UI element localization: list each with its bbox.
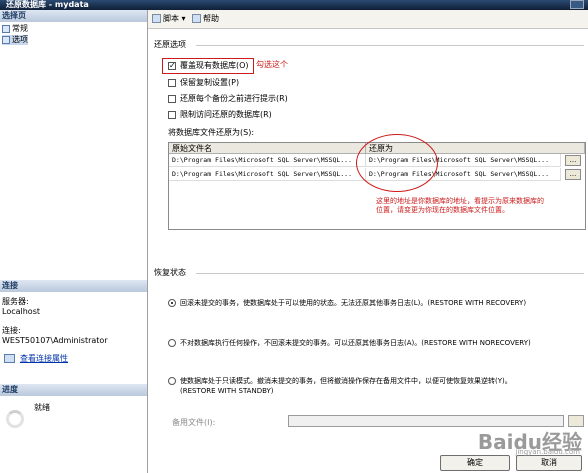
help-icon <box>192 14 201 23</box>
page-item-options[interactable]: 选项 <box>2 35 28 45</box>
page-item-label: 常规 <box>12 24 28 33</box>
radio-label: 回滚未提交的事务，使数据库处于可以使用的状态。无法还原其他事务日志(L)。(RE… <box>180 299 527 307</box>
restore-options-label: 还原选项 <box>154 40 186 49</box>
page-icon <box>2 24 10 33</box>
group-divider <box>196 45 584 46</box>
checkbox-label: 限制访问还原的数据库(R) <box>180 110 272 119</box>
server-value: Localhost <box>2 307 41 316</box>
standby-file-label: 备用文件(I): <box>172 418 216 427</box>
checkbox-label: 还原每个备份之前进行提示(R) <box>180 94 288 103</box>
connection-value: WEST50107\Administrator <box>2 336 108 345</box>
connection-header: 连接 <box>0 280 147 292</box>
view-connection-properties-link[interactable]: 查看连接属性 <box>20 354 68 364</box>
window-title: 还原数据库 - mydata <box>6 0 89 9</box>
browse-button[interactable]: ... <box>565 169 581 180</box>
annotation-box <box>162 58 254 74</box>
annotation-oval <box>356 134 438 192</box>
help-button[interactable]: 帮助 <box>192 13 219 25</box>
group-divider <box>196 273 584 274</box>
progress-header: 进度 <box>0 384 147 396</box>
radio-label: 不对数据库执行任何操作，不回滚未提交的事务。可以还原其他事务日志(A)。(RES… <box>180 339 531 347</box>
radio-button[interactable] <box>168 339 176 347</box>
toolbar: 脚本 ▾ 帮助 <box>148 10 588 29</box>
annotation-path-note-2: 位置，请变更为你现在的数据库文件位置。 <box>376 206 509 214</box>
radio-button[interactable] <box>168 377 176 385</box>
progress-status: 就绪 <box>34 403 50 412</box>
checkbox-box[interactable] <box>168 78 176 87</box>
left-panel: 选择页 常规 选项 连接 服务器: Localhost 连接: WEST5010… <box>0 10 148 473</box>
progress-spinner-icon <box>6 410 24 428</box>
table-cell-original: D:\Program Files\Microsoft SQL Server\MS… <box>169 168 366 181</box>
pages-header: 选择页 <box>0 10 147 22</box>
script-icon <box>152 14 161 23</box>
connection-label: 连接: <box>2 326 21 335</box>
page-item-general[interactable]: 常规 <box>2 24 28 34</box>
checkbox-label: 保留复制设置(P) <box>180 78 240 87</box>
recovery-state-label: 恢复状态 <box>154 268 186 277</box>
col-header-original[interactable]: 原始文件名 <box>169 143 366 154</box>
page-item-label: 选项 <box>12 35 28 44</box>
radio-label: 使数据库处于只读模式。撤消未提交的事务，但将撤消操作保存在备用文件中，以便可使恢… <box>180 377 512 385</box>
checkbox-box[interactable] <box>168 110 176 119</box>
checkbox-box[interactable] <box>168 94 176 103</box>
restrict-access-checkbox[interactable]: 限制访问还原的数据库(R) <box>168 109 272 120</box>
annotation-check-note: 勾选这个 <box>256 60 288 69</box>
ok-button[interactable]: 确定 <box>440 455 510 471</box>
connection-properties-icon <box>4 354 15 363</box>
keep-replication-checkbox[interactable]: 保留复制设置(P) <box>168 77 239 88</box>
chevron-down-icon: ▾ <box>179 14 186 23</box>
files-label: 将数据库文件还原为(S): <box>168 128 255 137</box>
window-titlebar: 还原数据库 - mydata <box>0 0 588 10</box>
server-label: 服务器: <box>2 297 29 306</box>
page-icon <box>2 35 10 44</box>
script-label: 脚本 <box>163 14 179 23</box>
close-button[interactable] <box>570 0 584 9</box>
cancel-button[interactable]: 取消 <box>516 455 582 471</box>
prompt-before-restore-checkbox[interactable]: 还原每个备份之前进行提示(R) <box>168 93 288 104</box>
help-label: 帮助 <box>203 14 219 23</box>
script-button[interactable]: 脚本 ▾ <box>152 13 186 25</box>
browse-button[interactable]: ... <box>565 155 581 166</box>
radio-sublabel: (RESTORE WITH STANDBY) <box>180 387 274 395</box>
watermark-url: jingyan.baidu.com <box>515 448 580 456</box>
radio-button[interactable] <box>168 299 176 307</box>
table-cell-original: D:\Program Files\Microsoft SQL Server\MS… <box>169 154 366 167</box>
